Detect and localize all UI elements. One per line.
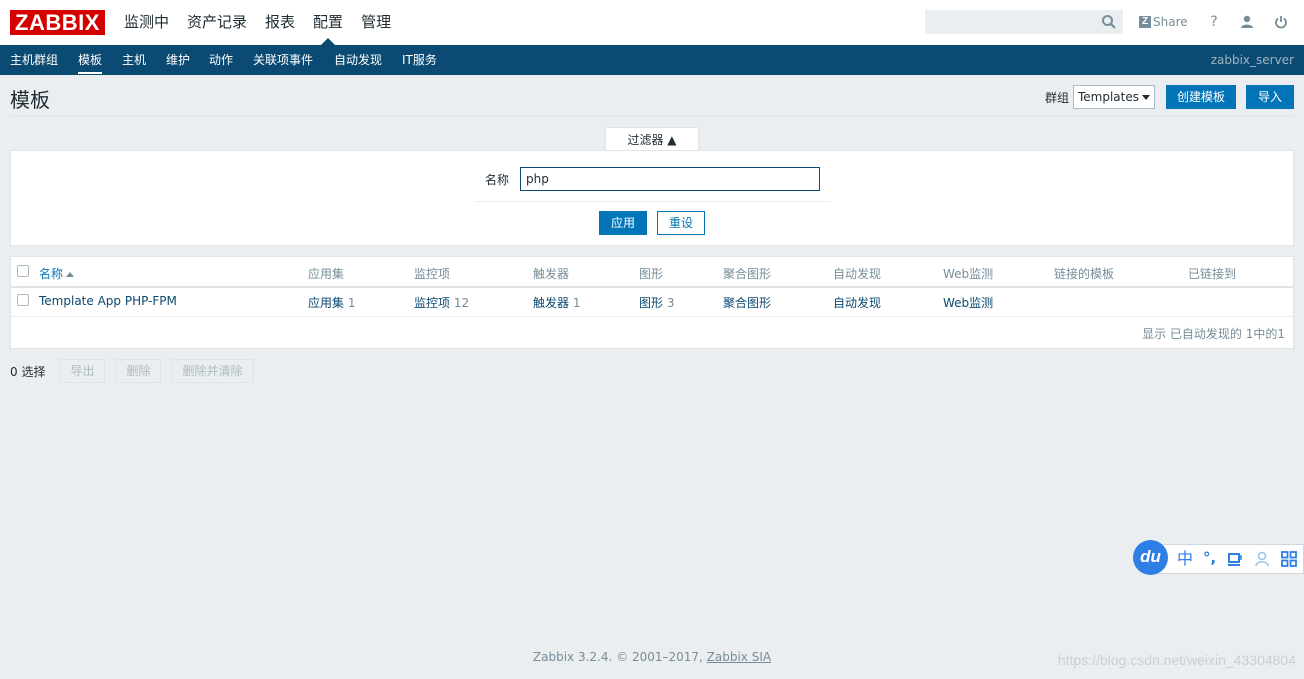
share-label: Share [1153,15,1188,29]
share-link[interactable]: Z Share [1139,14,1188,30]
header-divider [10,116,1294,117]
subnav-it-services[interactable]: IT服务 [402,45,437,75]
column-header-discovery: 自动发现 [833,267,882,281]
reset-button[interactable]: 重设 [657,211,705,235]
column-header-web: Web监测 [943,267,994,281]
create-template-button[interactable]: 创建模板 [1165,85,1236,109]
ime-punctuation-toggle[interactable]: °, [1203,550,1216,567]
column-header-linked-to: 已链接到 [1188,267,1237,281]
select-all-checkbox[interactable] [17,265,29,277]
triggers-count: 1 [572,296,581,310]
applications-cell: 应用集 1 [308,294,355,311]
column-header-items: 监控项 [414,267,451,281]
delete-and-clear-button[interactable]: 删除并清除 [171,359,254,383]
subnav-hosts[interactable]: 主机 [122,45,146,75]
table-header-divider [11,286,1293,288]
items-link[interactable]: 监控项 [414,296,450,310]
column-header-graphs: 图形 [639,267,664,281]
filter-panel: 名称 php 应用 重设 [10,150,1294,246]
subnav-templates[interactable]: 模板 [78,45,103,75]
logout-icon[interactable] [1272,13,1290,31]
applications-count: 1 [347,296,356,310]
filter-name-input[interactable]: php [520,167,820,191]
template-name-link[interactable]: Template App PHP-FPM [39,294,177,308]
items-count: 12 [453,296,470,310]
apply-button[interactable]: 应用 [599,211,647,235]
column-header-applications: 应用集 [308,267,345,281]
sort-asc-icon [66,272,75,277]
footer-text: Zabbix 3.2.4. © 2001–2017, [532,650,707,664]
templates-table: 名称 应用集 监控项 触发器 图形 聚合图形 自动发现 Web监测 链接的模板 … [10,256,1294,349]
export-button[interactable]: 导出 [59,359,106,383]
filter-toggle-tab[interactable]: 过滤器 ▲ [605,127,699,151]
import-button[interactable]: 导入 [1245,85,1294,109]
group-select[interactable]: Templates [1072,85,1155,109]
column-header-name[interactable]: 名称 [39,265,75,282]
chevron-down-icon [1141,95,1150,100]
web-scenarios-link[interactable]: Web监测 [943,294,993,311]
row-divider [11,316,1293,317]
ime-cup-icon[interactable] [1227,551,1243,567]
group-select-value: Templates [1077,90,1139,104]
graphs-link[interactable]: 图形 [639,296,663,310]
menu-inventory[interactable]: 资产记录 [178,0,256,45]
filter-name-label: 名称 [485,173,510,187]
ime-grid-icon[interactable] [1281,551,1297,567]
watermark: https://blog.csdn.net/weixin_43304804 [1057,652,1296,668]
search-input[interactable] [925,10,1123,34]
subnav-host-groups[interactable]: 主机群组 [10,45,58,75]
subnav-discovery[interactable]: 自动发现 [334,45,382,75]
main-menu: 监测中 资产记录 报表 配置 管理 [115,0,400,45]
subnav-maintenance[interactable]: 维护 [166,45,190,75]
discovery-link[interactable]: 自动发现 [833,294,881,311]
subnav-actions[interactable]: 动作 [209,45,233,75]
graphs-count: 3 [666,296,675,310]
zabbix-logo[interactable]: ZABBIX [10,10,105,35]
column-header-linked-templates: 链接的模板 [1054,267,1115,281]
page-title: 模板 [10,88,50,112]
sub-navigation: 主机群组 模板 主机 维护 动作 关联项事件 自动发现 IT服务 zabbix_… [0,45,1304,75]
ime-logo[interactable]: du [1133,540,1168,575]
menu-administration[interactable]: 管理 [352,0,400,45]
applications-link[interactable]: 应用集 [308,296,344,310]
delete-button[interactable]: 删除 [115,359,162,383]
graphs-cell: 图形 3 [639,294,674,311]
server-name: zabbix_server [1210,53,1294,67]
user-profile-icon[interactable] [1238,13,1256,31]
ime-toolbar[interactable]: du 中 °, [1133,540,1304,575]
mass-actions: 0 选择 导出 删除 删除并清除 [10,359,264,383]
menu-configuration[interactable]: 配置 [304,0,352,45]
menu-monitoring[interactable]: 监测中 [115,0,178,45]
ime-user-icon[interactable] [1254,551,1270,567]
filter-divider [475,201,831,202]
search-icon[interactable] [1101,14,1117,30]
subnav-correlation[interactable]: 关联项事件 [253,45,313,75]
menu-reports[interactable]: 报表 [256,0,304,45]
share-icon: Z [1139,16,1151,28]
top-bar: ZABBIX 监测中 资产记录 报表 配置 管理 Z Share ? [0,0,1304,45]
row-checkbox[interactable] [17,294,29,306]
column-header-screens: 聚合图形 [723,267,772,281]
header-controls: 群组 Templates 创建模板 导入 [1045,85,1294,109]
group-label: 群组 [1044,90,1069,105]
footer-company-link[interactable]: Zabbix SIA [707,650,771,664]
triggers-cell: 触发器 1 [533,294,580,311]
screens-link[interactable]: 聚合图形 [723,294,771,311]
selected-count: 0 选择 [10,364,46,379]
items-cell: 监控项 12 [414,294,469,311]
ime-language-toggle[interactable]: 中 [1177,550,1193,567]
triggers-link[interactable]: 触发器 [533,296,569,310]
paging-info: 显示 已自动发现的 1中的1 [1142,327,1285,341]
help-icon[interactable]: ? [1205,13,1223,31]
column-header-triggers: 触发器 [533,267,570,281]
